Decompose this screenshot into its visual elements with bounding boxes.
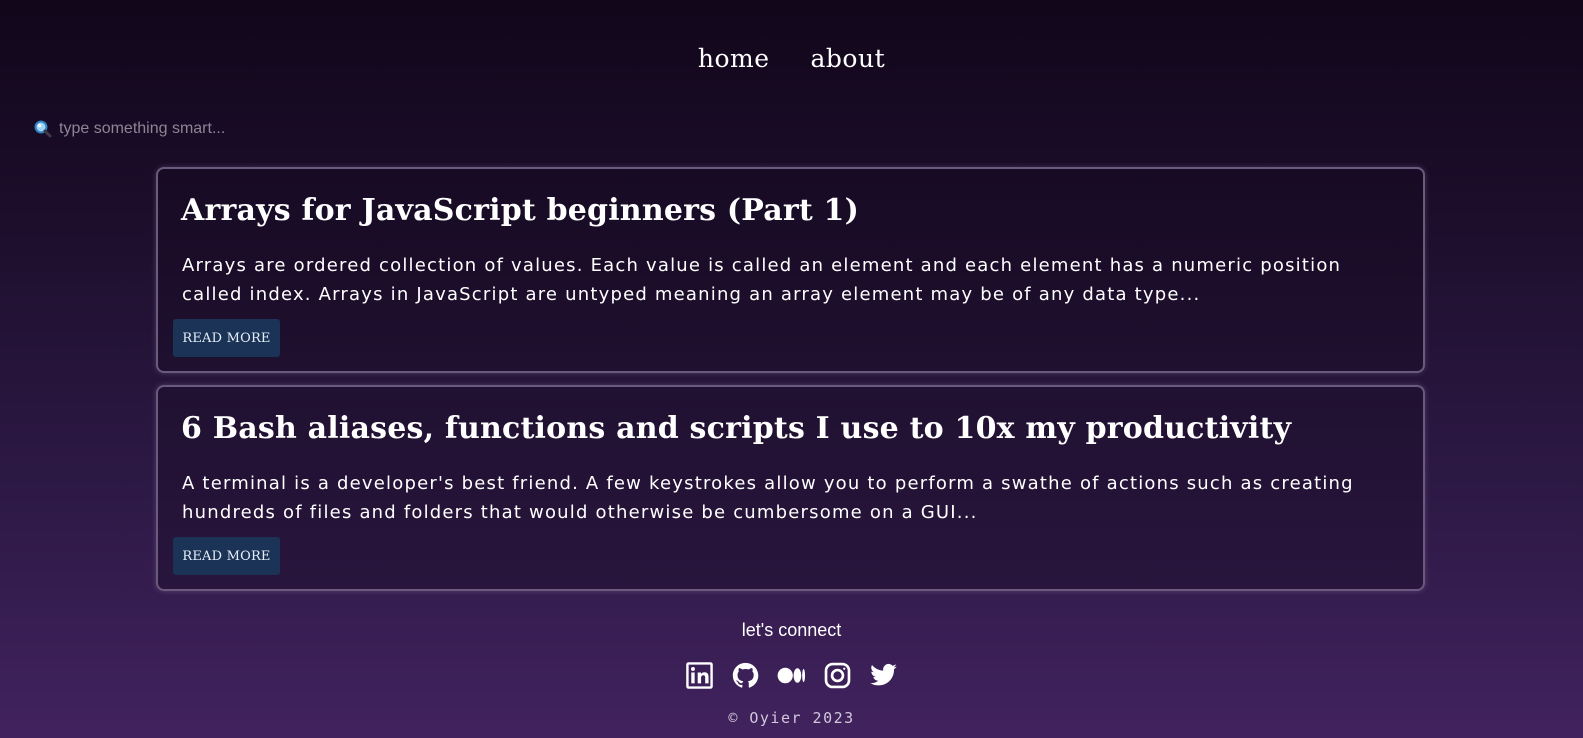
read-more-button[interactable]: READ MORE [173, 537, 280, 575]
post-title[interactable]: 6 Bash aliases, functions and scripts I … [181, 411, 1291, 446]
post-title[interactable]: Arrays for JavaScript beginners (Part 1) [181, 193, 859, 228]
post-excerpt: Arrays are ordered collection of values.… [182, 255, 1342, 305]
search-bar [33, 119, 379, 139]
post-excerpt: A terminal is a developer's best friend.… [182, 473, 1354, 523]
linkedin-icon[interactable] [685, 661, 714, 690]
magnifying-glass-icon [33, 119, 53, 139]
nav-about-link[interactable]: about [803, 44, 886, 73]
nav-home-link[interactable]: home [698, 44, 770, 73]
connect-heading: let's connect [741, 620, 842, 640]
copyright-text: © Oyier 2023 [728, 709, 855, 727]
post-card: Arrays for JavaScript beginners (Part 1)… [156, 167, 1425, 373]
twitter-icon[interactable] [869, 661, 898, 690]
social-links [0, 661, 1583, 690]
main-nav: home about [0, 44, 1583, 73]
post-card: 6 Bash aliases, functions and scripts I … [156, 385, 1425, 591]
github-icon[interactable] [731, 661, 760, 690]
instagram-icon[interactable] [823, 661, 852, 690]
medium-icon[interactable] [777, 661, 806, 690]
read-more-button[interactable]: READ MORE [173, 319, 280, 357]
search-input[interactable] [59, 120, 379, 138]
